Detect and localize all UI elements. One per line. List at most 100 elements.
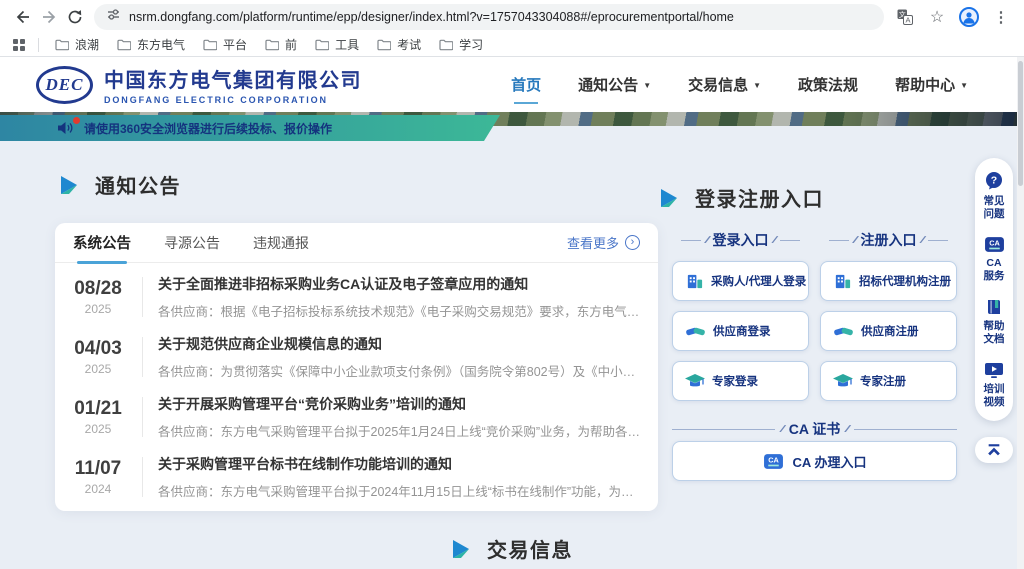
avatar — [959, 7, 979, 27]
button-label: 专家登录 — [712, 373, 758, 389]
divider — [142, 457, 143, 497]
bookmark-folder[interactable]: 工具 — [307, 34, 367, 55]
bookmark-folder[interactable]: 考试 — [369, 34, 429, 55]
training-videos-shortcut[interactable]: 培训视频 — [982, 361, 1006, 409]
login-group-header: ∕∕ 登录入口 ∕∕ — [672, 230, 809, 250]
section-title: 通知公告 — [95, 170, 181, 199]
supplier-login-button[interactable]: 供应商登录 — [672, 311, 809, 351]
bookmark-folder[interactable]: 学习 — [431, 34, 491, 55]
notice-date: 01/21 2025 — [69, 398, 127, 436]
handshake-icon — [833, 324, 854, 339]
dec-logo-icon: DEC — [36, 66, 93, 104]
building-icon — [833, 272, 852, 291]
folder-icon — [315, 39, 329, 51]
nav-help-center[interactable]: 帮助中心 ▼ — [895, 74, 968, 95]
back-icon[interactable] — [10, 4, 36, 30]
tab-system-notices[interactable]: 系统公告 — [73, 223, 131, 263]
notice-body: 关于采购管理平台标书在线制作功能培训的通知 各供应商：东方电气采购管理平台拟于2… — [158, 454, 640, 500]
nav-label: 政策法规 — [798, 74, 858, 95]
tab-violation-reports[interactable]: 违规通报 — [253, 223, 309, 263]
nav-policies[interactable]: 政策法规 — [798, 74, 858, 95]
bookmark-folder[interactable]: 平台 — [195, 34, 255, 55]
view-more-link[interactable]: 查看更多 › — [567, 233, 640, 252]
bookmark-folder[interactable]: 东方电气 — [109, 34, 193, 55]
section-arrow-icon — [660, 189, 682, 207]
buyer-agent-login-button[interactable]: 采购人/代理人登录 — [672, 261, 809, 301]
url-bar[interactable]: nsrm.dongfang.com/platform/runtime/epp/d… — [94, 4, 884, 30]
notice-item[interactable]: 11/07 2024 关于采购管理平台标书在线制作功能培训的通知 各供应商：东方… — [69, 447, 640, 507]
browser-chrome: nsrm.dongfang.com/platform/runtime/epp/d… — [0, 0, 1024, 57]
scrollbar-thumb[interactable] — [1018, 61, 1023, 186]
book-icon — [985, 298, 1003, 316]
notice-item[interactable]: 08/28 2025 关于全面推进非招标采购业务CA认证及电子签章应用的通知 各… — [69, 267, 640, 327]
nav-trade-info[interactable]: 交易信息 ▼ — [688, 74, 761, 95]
chrome-menu-icon[interactable]: ⋮ — [988, 4, 1014, 30]
page-scrollbar — [1017, 57, 1024, 569]
decorative-line — [672, 429, 775, 430]
back-to-top-button[interactable] — [975, 437, 1013, 463]
notice-body: 关于规范供应商企业规模信息的通知 各供应商：为贯彻落实《保障中小企业款项支付条例… — [158, 334, 640, 380]
bookmark-star-icon[interactable]: ☆ — [924, 4, 950, 30]
url-text: nsrm.dongfang.com/platform/runtime/epp/d… — [129, 10, 734, 24]
bookmark-folder[interactable]: 浪潮 — [47, 34, 107, 55]
notice-body: 关于全面推进非招标采购业务CA认证及电子签章应用的通知 各供应商：根据《电子招标… — [158, 274, 640, 320]
expert-login-button[interactable]: 专家登录 — [672, 361, 809, 401]
company-name: 中国东方电气集团有限公司 DONGFANG ELECTRIC CORPORATI… — [104, 64, 362, 105]
tab-sourcing-notices[interactable]: 寻源公告 — [164, 223, 220, 263]
forward-icon[interactable] — [36, 4, 62, 30]
decorative-slashes: ∕∕ — [922, 235, 923, 246]
toolbar-item-label: CA服务 — [982, 257, 1006, 283]
decorative-line — [928, 240, 948, 241]
notices-section-header: 通知公告 — [60, 170, 181, 199]
decorative-line — [780, 240, 800, 241]
notice-summary: 各供应商：为贯彻落实《保障中小企业款项支付条例》（国务院令第802号）及《中小企… — [158, 361, 640, 380]
group-title: 注册入口 — [861, 230, 917, 250]
notice-item[interactable]: 01/21 2025 关于开展采购管理平台“竞价采购业务”培训的通知 各供应商：… — [69, 387, 640, 447]
notice-title: 关于开展采购管理平台“竞价采购业务”培训的通知 — [158, 394, 640, 414]
section-arrow-icon — [60, 176, 82, 194]
nav-home[interactable]: 首页 — [511, 74, 541, 95]
divider — [142, 277, 143, 317]
register-group-header: ∕∕ 注册入口 ∕∕ — [820, 230, 957, 250]
decorative-line — [681, 240, 701, 241]
apps-grid-icon[interactable] — [8, 35, 30, 55]
site-settings-icon[interactable] — [107, 8, 120, 26]
help-docs-shortcut[interactable]: 帮助文档 — [982, 298, 1006, 346]
login-buttons-grid: 采购人/代理人登录 招标代理机构注册 供应商登录 供应商注册 专家登录 专家注册 — [672, 261, 957, 401]
video-icon — [984, 361, 1004, 379]
notice-item[interactable]: 04/03 2025 关于规范供应商企业规模信息的通知 各供应商：为贯彻落实《保… — [69, 327, 640, 387]
view-more-label: 查看更多 — [567, 233, 619, 252]
nav-label: 通知公告 — [578, 74, 638, 95]
reload-icon[interactable] — [62, 4, 88, 30]
notice-title: 关于采购管理平台标书在线制作功能培训的通知 — [158, 454, 640, 474]
notice-title: 关于全面推进非招标采购业务CA认证及电子签章应用的通知 — [158, 274, 640, 294]
scroll-to-top-icon — [986, 443, 1002, 457]
bookmark-folder[interactable]: 前 — [257, 34, 305, 55]
svg-text:A: A — [905, 15, 910, 24]
notice-year: 2025 — [69, 362, 127, 376]
decorative-line — [829, 240, 849, 241]
notices-card: 系统公告 寻源公告 违规通报 查看更多 › 08/28 2025 关于全面推进非… — [55, 223, 658, 511]
notice-summary: 各供应商：东方电气采购管理平台拟于2024年11月15日上线“标书在线制作”功能… — [158, 481, 640, 500]
faq-shortcut[interactable]: ? 常见问题 — [982, 171, 1006, 221]
bidding-agency-register-button[interactable]: 招标代理机构注册 — [820, 261, 957, 301]
nav-label: 首页 — [511, 74, 541, 95]
company-name-en: DONGFANG ELECTRIC CORPORATION — [104, 95, 362, 105]
svg-text:CA: CA — [768, 455, 779, 464]
folder-icon — [117, 39, 131, 51]
expert-register-button[interactable]: 专家注册 — [820, 361, 957, 401]
ca-apply-button[interactable]: CA CA 办理入口 — [672, 441, 957, 481]
tab-label: 系统公告 — [73, 232, 131, 253]
translate-icon[interactable]: 文A — [892, 4, 918, 30]
company-logo[interactable]: DEC 中国东方电气集团有限公司 DONGFANG ELECTRIC CORPO… — [36, 64, 362, 105]
decorative-slashes: ∕∕ — [774, 235, 775, 246]
folder-icon — [377, 39, 391, 51]
notice-year: 2024 — [69, 482, 127, 496]
nav-notices[interactable]: 通知公告 ▼ — [578, 74, 651, 95]
nav-label: 帮助中心 — [895, 74, 955, 95]
browser-toolbar: nsrm.dongfang.com/platform/runtime/epp/d… — [0, 0, 1024, 33]
profile-avatar[interactable] — [956, 4, 982, 30]
graduation-cap-icon — [685, 373, 705, 390]
supplier-register-button[interactable]: 供应商注册 — [820, 311, 957, 351]
ca-service-shortcut[interactable]: CA CA服务 — [982, 236, 1006, 283]
